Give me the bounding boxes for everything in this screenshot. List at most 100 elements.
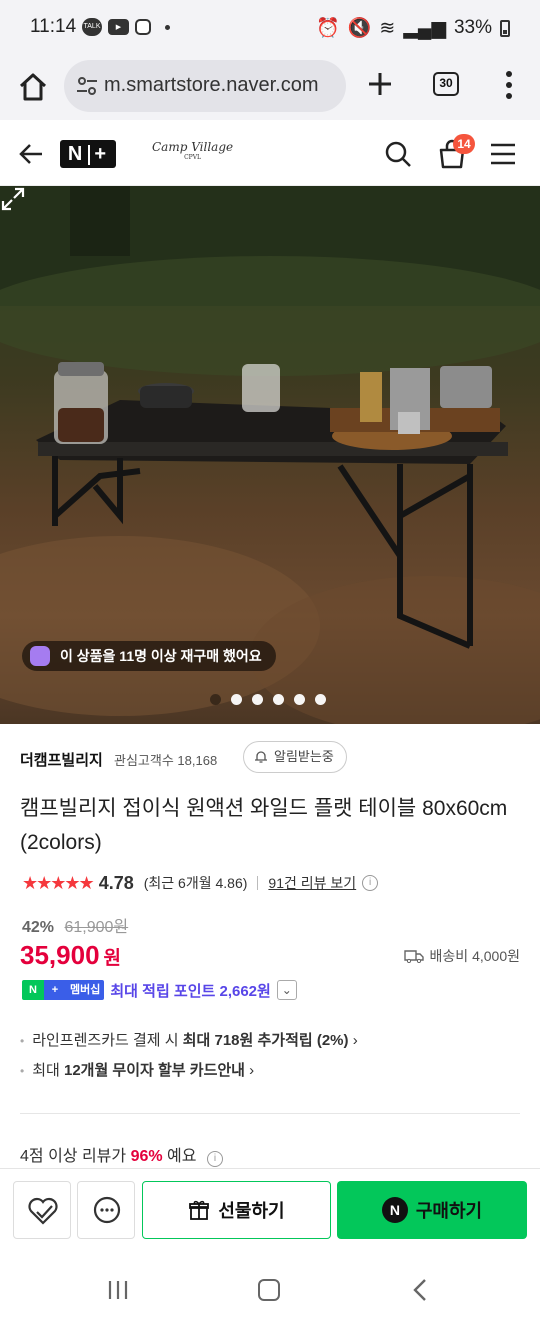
info-icon[interactable]: i (206, 1151, 223, 1167)
membership-points-row[interactable]: N + 멤버십 최대 적립 포인트 2,662원 ⌄ (22, 979, 297, 1001)
shopping-bag-icon (30, 646, 50, 666)
carousel-dot[interactable] (294, 694, 305, 705)
naver-pay-icon: N (381, 1197, 408, 1223)
wishlist-button[interactable] (13, 1181, 71, 1239)
talktalk-chat-button[interactable] (77, 1181, 135, 1239)
home-nav-icon[interactable] (258, 1279, 280, 1301)
seller-name[interactable]: 더캠프빌리지 (20, 749, 103, 770)
back-arrow-icon[interactable] (18, 140, 46, 168)
heart-check-icon (28, 1197, 58, 1225)
url-text: m.smartstore.naver.com (104, 74, 319, 96)
instagram-icon (135, 19, 151, 35)
truck-icon (403, 950, 424, 963)
wifi-icon: ≋ (379, 17, 396, 39)
home-icon[interactable] (16, 70, 50, 104)
more-menu-icon[interactable] (504, 70, 514, 100)
search-icon[interactable] (384, 140, 412, 168)
rebuy-notice: 이 상품을 11명 이상 재구매 했어요 (22, 641, 276, 671)
buy-label: 구매하기 (415, 1201, 483, 1221)
rebuy-notice-text: 이 상품을 11명 이상 재구매 했어요 (60, 648, 262, 664)
back-nav-icon[interactable] (410, 1278, 430, 1302)
youtube-icon: ▶ (108, 19, 129, 35)
store-logo-sub: CPVL (184, 154, 202, 161)
installment-item[interactable]: 최대 12개월 무이자 할부 카드안내 › (20, 1056, 520, 1086)
system-nav-bar (0, 1252, 540, 1320)
chevron-right-icon: › (249, 1062, 255, 1079)
hamburger-menu-icon[interactable] (490, 142, 516, 166)
chat-bubble-icon (93, 1196, 121, 1224)
discount-rate: 42% (22, 919, 55, 936)
shipping-fee: 배송비 4,000원 (429, 948, 520, 964)
sale-price: 35,900 원 (20, 940, 121, 971)
info-icon[interactable]: i (362, 875, 379, 891)
carousel-dot[interactable] (273, 694, 284, 705)
battery-level: 33% (453, 17, 492, 38)
seller-row: 더캠프빌리지 관심고객수 18,168 알림받는중 (20, 741, 520, 773)
membership-badge-n: N (22, 980, 44, 1000)
gift-label: 선물하기 (218, 1201, 285, 1221)
chevron-right-icon: › (352, 1032, 358, 1049)
buy-button[interactable]: N 구매하기 (337, 1181, 527, 1239)
browser-toolbar: m.smartstore.naver.com 30 (0, 58, 540, 120)
address-bar[interactable]: m.smartstore.naver.com (64, 60, 346, 112)
follower-count: 관심고객수 18,168 (114, 753, 218, 768)
battery-icon (500, 19, 510, 37)
new-tab-icon[interactable] (364, 68, 396, 100)
membership-badge-plus: + (44, 980, 66, 1000)
product-image-carousel[interactable]: 이 상품을 11명 이상 재구매 했어요 (0, 186, 540, 724)
review-summary: 4점 이상 리뷰가 96% 예요 i (20, 1142, 223, 1167)
cart-count-badge: 14 (453, 134, 475, 154)
review-summary-percent: 96% (130, 1148, 163, 1165)
membership-badge-text: 멤버십 (66, 980, 105, 1000)
rating-row: ★★★★★ 4.78 (최근 6개월 4.86) 91건 리뷰 보기 i (22, 872, 379, 894)
alarm-subscribe-button[interactable]: 알림받는중 (243, 741, 347, 773)
naver-plus-logo[interactable]: N + (60, 140, 116, 168)
carousel-dot[interactable] (252, 694, 263, 705)
purchase-action-bar: 선물하기 N 구매하기 (0, 1168, 540, 1252)
recent-apps-icon[interactable] (107, 1280, 129, 1300)
carousel-dot[interactable] (210, 694, 221, 705)
divider (257, 876, 259, 890)
chevron-down-icon[interactable]: ⌄ (276, 980, 297, 1000)
gift-button[interactable]: 선물하기 (142, 1181, 331, 1239)
card-reward-prefix: 라인프렌즈카드 결제 시 (32, 1032, 183, 1049)
review-summary-prefix: 4점 이상 리뷰가 (20, 1148, 131, 1165)
status-bar: 11:14 TALK ▶ ⏰ 🔇 ≋ ▂▄▆ 33% (0, 0, 540, 58)
gift-icon (189, 1200, 210, 1220)
shipping-info: 배송비 4,000원 (403, 946, 520, 966)
star-rating-icon: ★★★★★ (22, 872, 95, 893)
kakaotalk-icon: TALK (82, 18, 102, 36)
benefit-list: 라인프렌즈카드 결제 시 최대 718원 추가적립 (2%) › 최대 12개월… (20, 1026, 520, 1086)
naver-plus-membership-badge: N + 멤버십 (22, 980, 105, 1000)
price-unit: 원 (103, 948, 122, 969)
rating-recent: (최근 6개월 4.86) (143, 875, 248, 891)
section-divider (20, 1113, 520, 1114)
tab-switcher-button[interactable]: 30 (433, 72, 459, 96)
max-points-text: 최대 적립 포인트 2,662원 (110, 982, 271, 1000)
bell-icon (255, 751, 267, 763)
store-logo[interactable]: Camp Village CPVL (152, 140, 233, 161)
carousel-dot[interactable] (231, 694, 242, 705)
review-summary-suffix: 예요 (162, 1148, 197, 1165)
alarm-icon: ⏰ (316, 18, 340, 39)
status-time: 11:14 (30, 16, 77, 37)
product-title: 캠프빌리지 접이식 원액션 와일드 플랫 테이블 80x60cm (2color… (20, 797, 508, 854)
carousel-indicator (210, 694, 326, 705)
review-link[interactable]: 91건 리뷰 보기 (268, 873, 356, 893)
alarm-label: 알림받는중 (274, 749, 334, 764)
card-reward-item[interactable]: 라인프렌즈카드 결제 시 최대 718원 추가적립 (2%) › (20, 1026, 520, 1056)
store-header: N + Camp Village CPVL 14 (0, 122, 540, 186)
carousel-dot[interactable] (315, 694, 326, 705)
site-settings-icon[interactable] (76, 76, 98, 96)
signal-icon: ▂▄▆ (403, 17, 446, 39)
installment-prefix: 최대 (32, 1062, 64, 1079)
installment-text: 12개월 무이자 할부 카드안내 (63, 1062, 245, 1079)
expand-icon[interactable] (0, 186, 26, 212)
mute-icon: 🔇 (347, 18, 372, 39)
more-notifications-icon (165, 24, 170, 30)
discount-row: 42% 61,900원 (22, 913, 128, 937)
rating-score: 4.78 (98, 872, 134, 893)
original-price: 61,900원 (64, 919, 129, 936)
store-logo-text: Camp Village (152, 140, 234, 154)
sale-price-value: 35,900 (20, 940, 100, 970)
